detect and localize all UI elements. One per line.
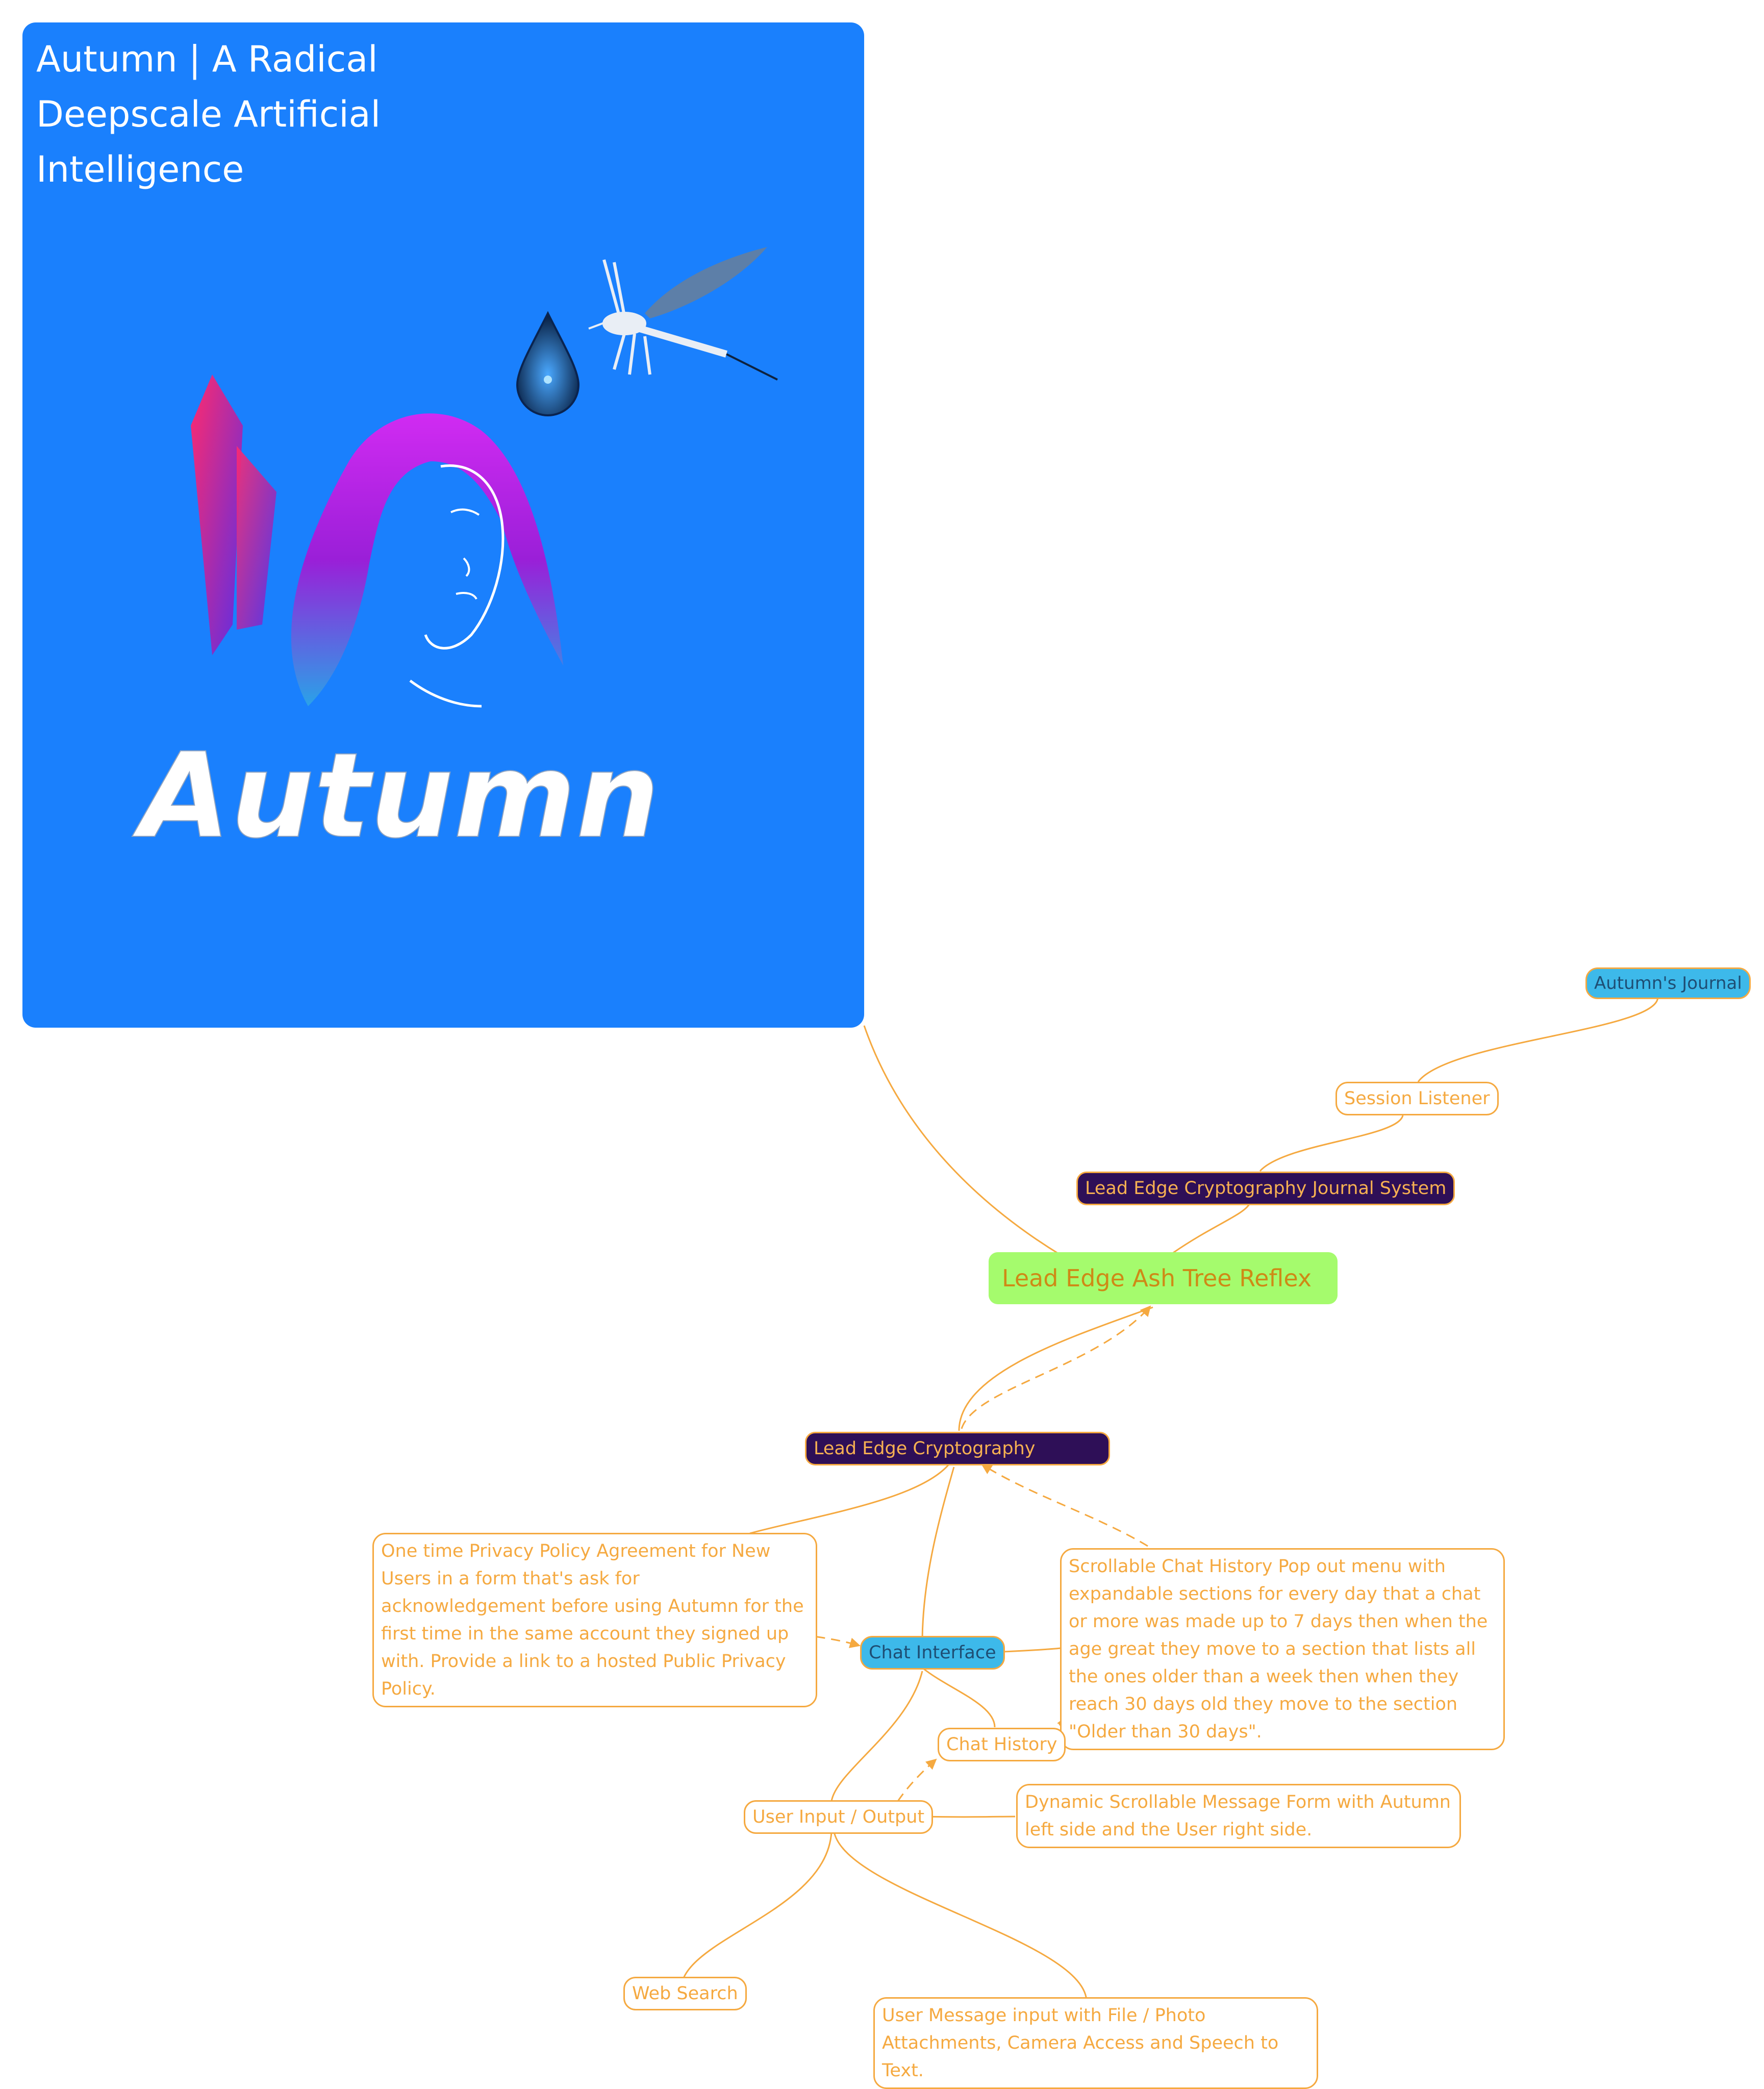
node-privacy-policy[interactable]: One time Privacy Policy Agreement for Ne… xyxy=(372,1533,817,1707)
dashed-userio-chathistory xyxy=(897,1758,937,1802)
node-label: Lead Edge Ash Tree Reflex xyxy=(1002,1264,1312,1292)
node-label: One time Privacy Policy Agreement for Ne… xyxy=(381,1541,804,1699)
link-session-journal xyxy=(1417,997,1659,1082)
node-web-search[interactable]: Web Search xyxy=(623,1977,747,2010)
node-chat-history[interactable]: Chat History xyxy=(938,1728,1066,1761)
water-drop-icon xyxy=(516,311,580,416)
node-lead-edge-cryptography[interactable]: Lead Edge Cryptography xyxy=(805,1432,1110,1465)
link-crypto-privacy xyxy=(749,1464,950,1534)
node-session-listener[interactable]: Session Listener xyxy=(1335,1082,1499,1115)
node-label: Web Search xyxy=(632,1983,738,2004)
node-label: Chat History xyxy=(946,1734,1057,1755)
node-autumns-journal[interactable]: Autumn's Journal xyxy=(1585,967,1751,999)
link-journal-system-session xyxy=(1259,1115,1404,1172)
node-journal-system[interactable]: Lead Edge Cryptography Journal System xyxy=(1076,1172,1455,1205)
link-userio-websearch xyxy=(680,1831,833,1992)
node-user-message-input[interactable]: User Message input with File / Photo Att… xyxy=(873,1997,1318,2089)
node-label: User Input / Output xyxy=(752,1807,925,1827)
node-label: Session Listener xyxy=(1344,1088,1490,1109)
link-userio-usermsg xyxy=(833,1831,1088,2001)
crystal-icon xyxy=(191,375,276,655)
node-label: Autumn's Journal xyxy=(1594,973,1742,993)
node-root[interactable]: Lead Edge Ash Tree Reflex xyxy=(989,1252,1338,1304)
node-dynamic-message-form[interactable]: Dynamic Scrollable Message Form with Aut… xyxy=(1016,1784,1461,1848)
link-chat-userio xyxy=(830,1671,923,1802)
mosquito-icon xyxy=(588,247,778,381)
node-chat-interface[interactable]: Chat Interface xyxy=(860,1636,1005,1670)
link-root-journal-system xyxy=(1173,1203,1251,1254)
link-card-root xyxy=(863,1025,1062,1256)
node-label: Lead Edge Cryptography xyxy=(814,1438,1036,1459)
autumn-logo-illustration: Autumn xyxy=(132,247,778,865)
woman-face-icon xyxy=(291,413,563,708)
node-user-input-output[interactable]: User Input / Output xyxy=(744,1800,934,1834)
node-label: Lead Edge Cryptography Journal System xyxy=(1085,1178,1447,1199)
dashed-crypto-root xyxy=(961,1305,1151,1429)
autumn-logo-text: Autumn xyxy=(132,728,660,864)
link-chat-chathistory xyxy=(923,1668,996,1728)
node-label: Dynamic Scrollable Message Form with Aut… xyxy=(1025,1792,1451,1840)
node-label: User Message input with File / Photo Att… xyxy=(882,2005,1279,2081)
node-chat-history-menu[interactable]: Scrollable Chat History Pop out menu wit… xyxy=(1060,1548,1505,1750)
link-root-cryptography xyxy=(958,1306,1153,1431)
node-label: Scrollable Chat History Pop out menu wit… xyxy=(1069,1556,1488,1742)
dashed-historymenu-crypto xyxy=(981,1463,1148,1547)
image-card: Autumn | A Radical Deepscale Artificial … xyxy=(22,22,864,1028)
node-label: Chat Interface xyxy=(869,1643,996,1663)
link-crypto-chat xyxy=(921,1466,955,1638)
